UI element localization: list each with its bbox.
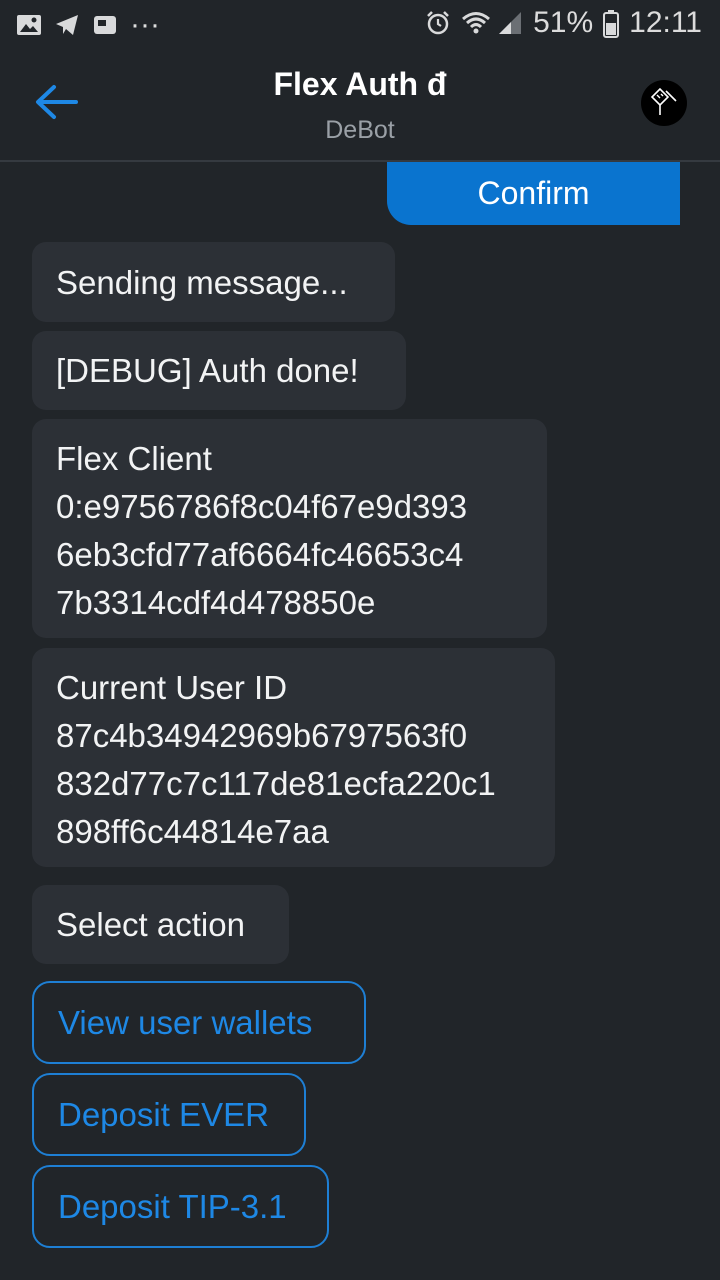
message-line: Select action [56,906,245,943]
message-bubble: Sending message... [32,242,395,322]
message-line: 0:e9756786f8c04f67e9d393 [56,488,468,525]
message-bubble: Current User ID 87c4b34942969b6797563f0 … [32,648,555,867]
message-bubble: Flex Client 0:e9756786f8c04f67e9d393 6eb… [32,419,547,638]
message-line: 898ff6c44814e7aa [56,813,329,850]
message-line: 832d77c7c117de81ecfa220c1 [56,765,496,802]
notification-app-icon [92,12,118,38]
chat-header: Flex Auth đ DeBot [0,48,720,162]
wifi-icon [461,10,491,36]
debot-logo-icon [648,85,680,122]
more-notifications-icon: ··· [130,8,160,41]
message-line: 87c4b34942969b6797563f0 [56,717,468,754]
message-line: 7b3314cdf4d478850e [56,584,376,621]
message-line: [DEBUG] Auth done! [56,352,359,389]
telegram-icon [54,12,80,38]
sent-message-confirm: Confirm [387,162,680,225]
page-subtitle: DeBot [325,116,395,144]
battery-percent: 51% [533,6,594,39]
alarm-icon [425,10,451,36]
message-line: Sending message... [56,264,348,301]
battery-icon [603,10,620,38]
deposit-tip3-button[interactable]: Deposit TIP-3.1 [32,1165,329,1248]
message-line: 6eb3cfd77af6664fc46653c4 [56,536,464,573]
message-line: Current User ID [56,669,288,706]
message-bubble: Select action [32,885,289,964]
signal-icon [497,10,523,36]
view-user-wallets-button[interactable]: View user wallets [32,981,366,1064]
clock: 12:11 [629,6,702,39]
gallery-icon [16,12,42,38]
debot-avatar[interactable] [641,80,687,126]
deposit-ever-button[interactable]: Deposit EVER [32,1073,306,1156]
message-bubble: [DEBUG] Auth done! [32,331,406,410]
message-line: Flex Client [56,440,212,477]
status-bar: ··· 51% 12:11 [0,0,720,48]
page-title: Flex Auth đ [273,66,447,102]
